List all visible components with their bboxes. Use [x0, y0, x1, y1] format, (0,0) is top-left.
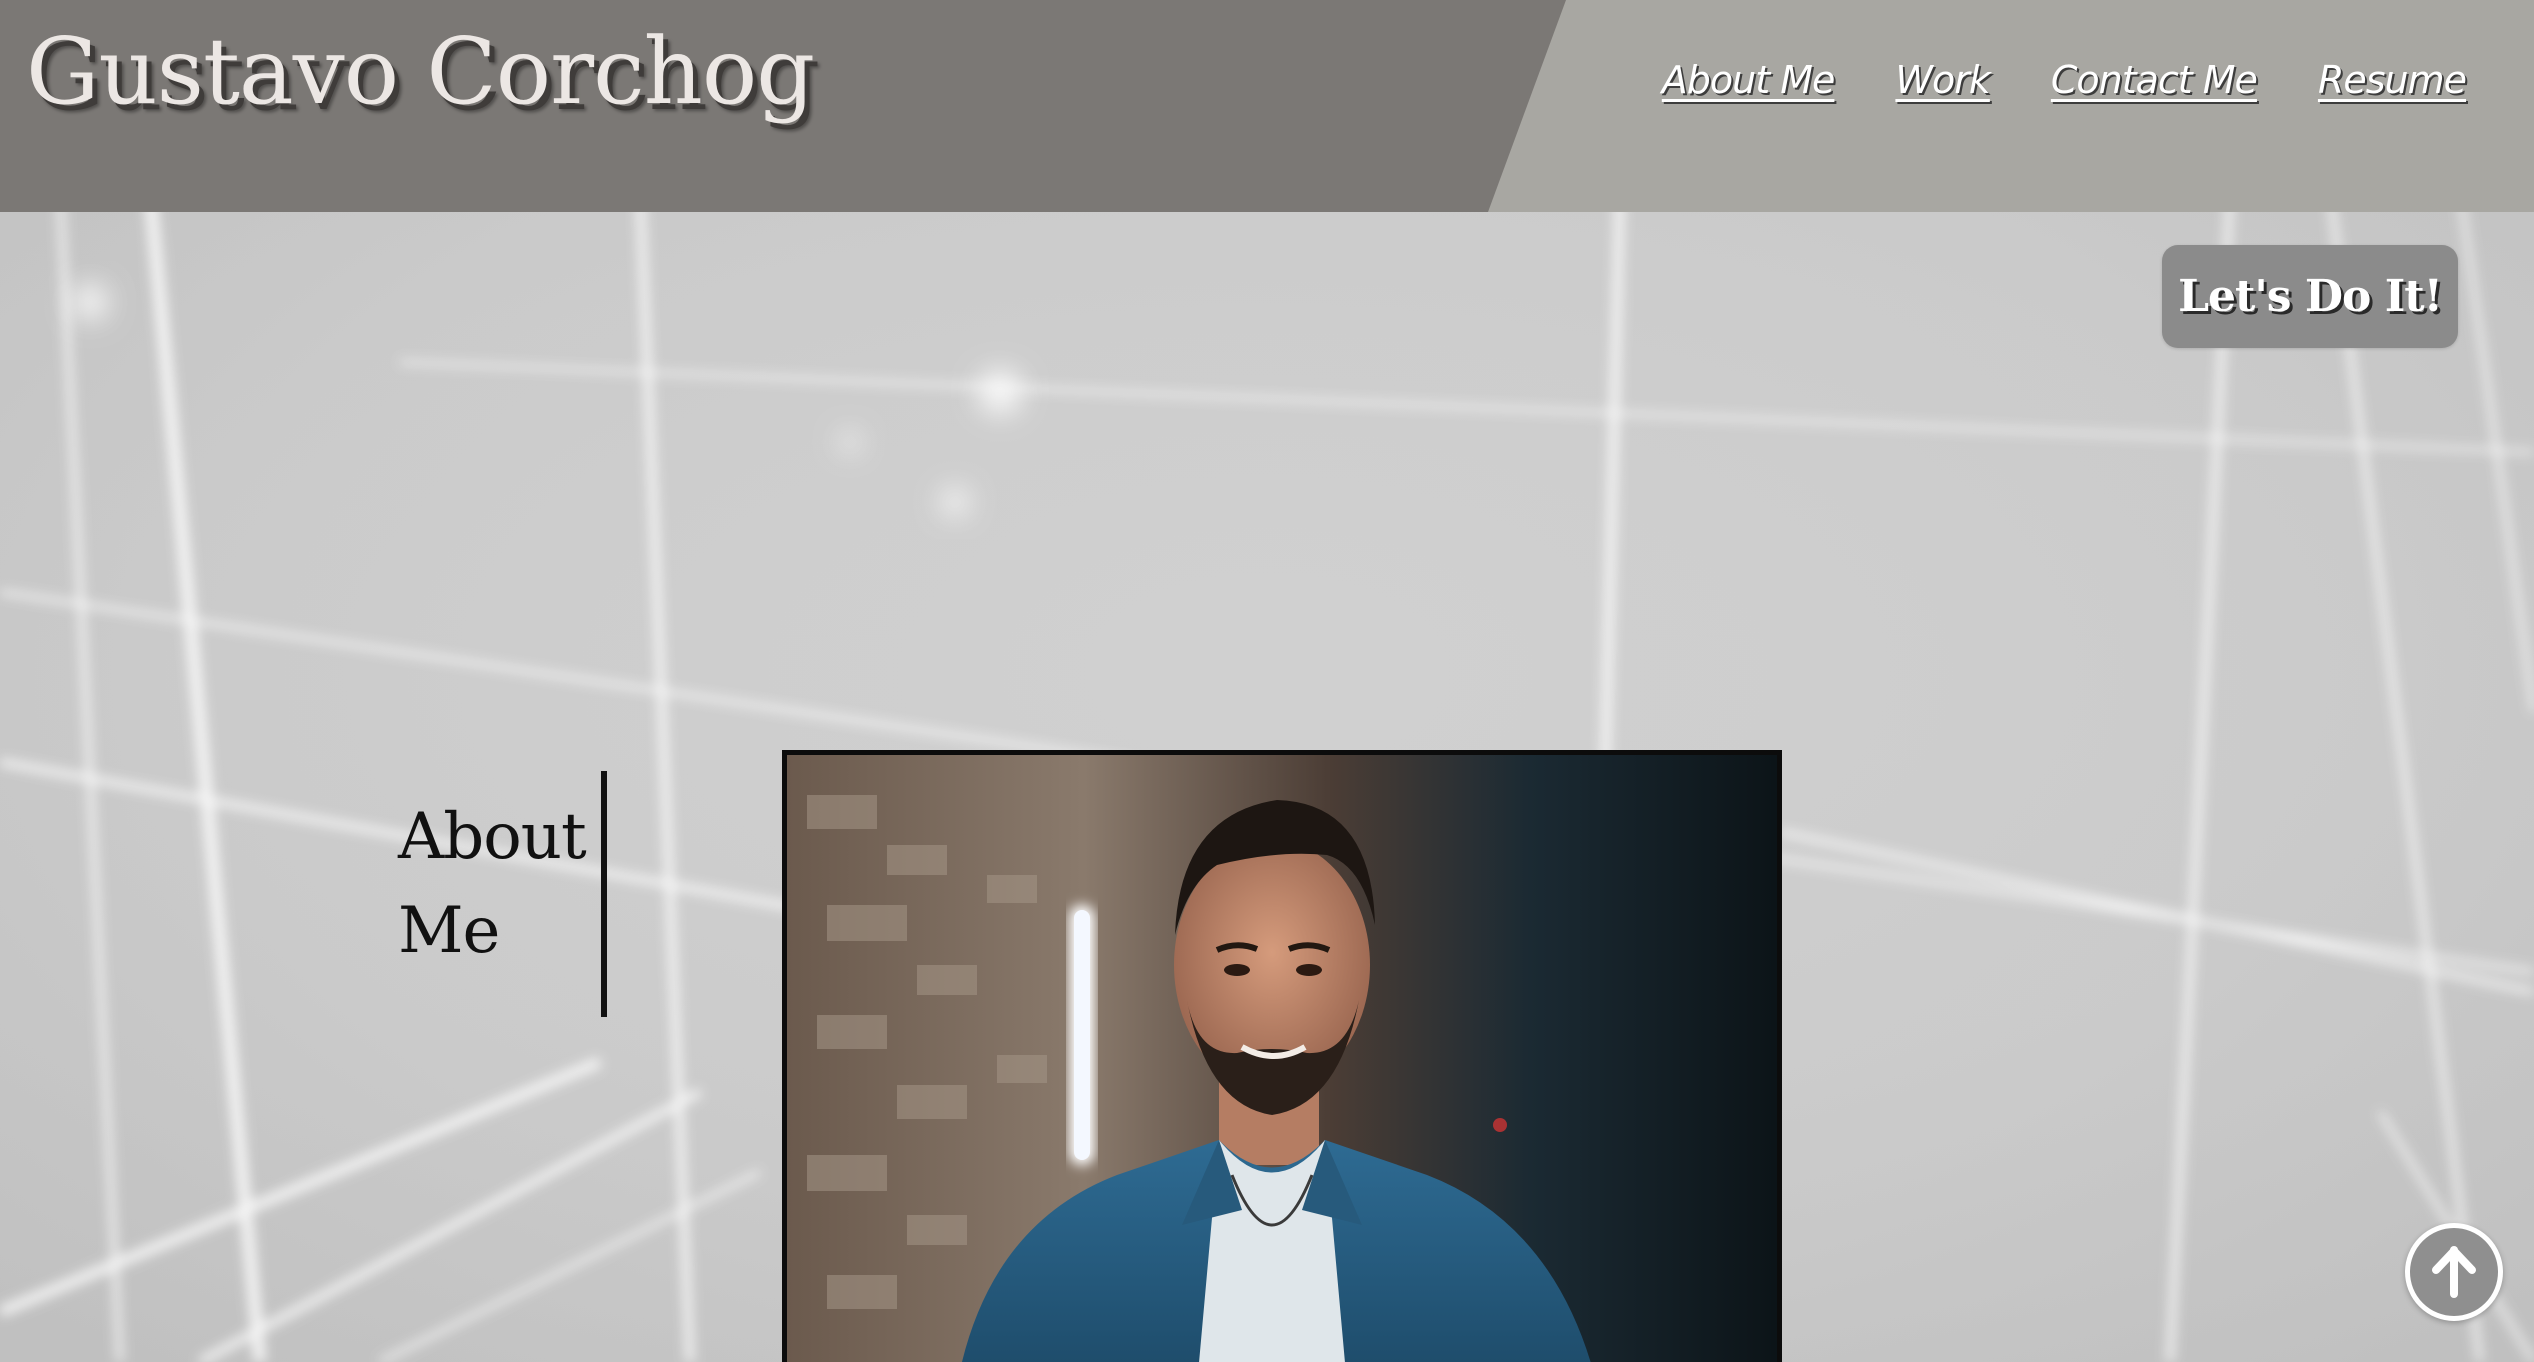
site-header: Gustavo Corchog About Me Work Contact Me… — [0, 0, 2534, 212]
lets-do-it-label: Let's Do It! — [2178, 271, 2443, 322]
nav-link-about-me[interactable]: About Me — [1662, 58, 1836, 102]
nav-link-contact-me[interactable]: Contact Me — [2051, 58, 2258, 102]
about-heading-line2: Me — [398, 894, 500, 968]
lets-do-it-button[interactable]: Let's Do It! — [2162, 245, 2458, 348]
about-divider — [601, 771, 607, 1017]
portrait-illustration — [787, 755, 1777, 1362]
back-to-top-button[interactable] — [2405, 1223, 2503, 1321]
about-heading-line1: About — [398, 800, 587, 874]
nav-link-resume[interactable]: Resume — [2318, 58, 2467, 102]
profile-photo — [782, 750, 1782, 1362]
main-nav: About Me Work Contact Me Resume — [1662, 0, 2534, 160]
site-title[interactable]: Gustavo Corchog — [26, 18, 815, 125]
arrow-up-circle-icon — [2432, 1246, 2476, 1298]
page: Gustavo Corchog About Me Work Contact Me… — [0, 0, 2534, 1362]
nav-link-work[interactable]: Work — [1895, 58, 1990, 102]
about-me-heading: About Me — [398, 790, 598, 978]
